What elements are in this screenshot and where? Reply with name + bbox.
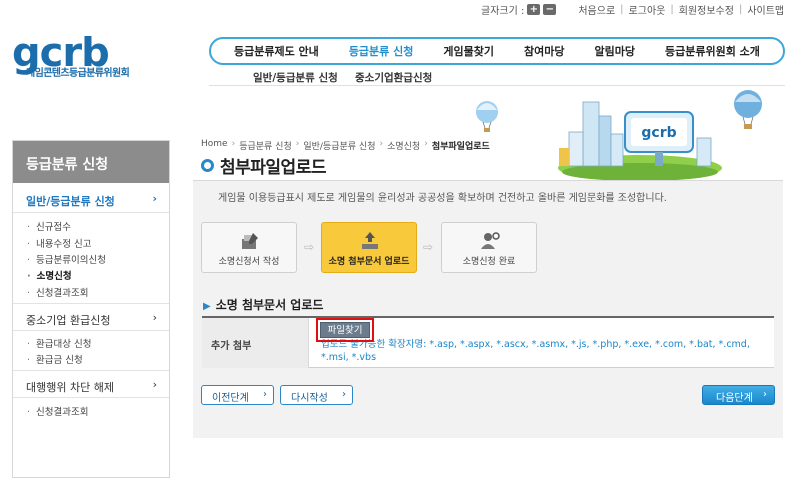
main-navigation: 등급분류제도 안내 등급분류 신청 게임물찾기 참여마당 알림마당 등급분류위원…	[209, 37, 785, 65]
sidebar: 등급분류 신청 일반/등급분류 신청 › 신규접수 내용수정 신고 등급분류이의…	[12, 140, 170, 478]
logo-subtitle: 게임콘텐츠등급분류위원회	[26, 68, 130, 79]
billboard-text: gcrb	[641, 125, 676, 141]
breadcrumb-separator: ›	[231, 139, 236, 149]
breadcrumb-separator: ›	[424, 139, 428, 149]
sidebar-subitem-objection[interactable]: 등급분류이의신청	[27, 252, 106, 266]
title-bullet-icon	[201, 159, 214, 172]
button-label: 이전단계	[212, 393, 249, 404]
step-label: 소명신청서 작성	[218, 257, 280, 267]
step-arrow-icon: ⇨	[423, 240, 434, 254]
document-pen-icon	[242, 233, 258, 249]
chevron-right-icon: ›	[152, 192, 157, 205]
breadcrumb-home[interactable]: Home	[201, 139, 228, 152]
sitemap-link[interactable]: 사이트맵	[747, 2, 784, 17]
edit-profile-link[interactable]: 회원정보수정	[679, 2, 734, 17]
zoom-in-button[interactable]: +	[527, 3, 541, 15]
chevron-right-icon: ›	[152, 378, 157, 391]
breadcrumb: Home › 등급분류 신청 › 일반/등급분류 신청 › 소명신청 › 첨부파…	[201, 139, 494, 152]
upload-icon	[362, 232, 378, 249]
chevron-right-icon: ›	[263, 389, 267, 400]
sidebar-item-label: 대행행위 차단 해제	[26, 381, 114, 394]
gnb-item-game-search[interactable]: 게임물찾기	[443, 43, 494, 59]
sidebar-subitem-refund-target[interactable]: 환급대상 신청	[27, 336, 91, 350]
step-label: 소명신청 완료	[462, 257, 516, 267]
person-gear-icon	[481, 232, 500, 249]
sidebar-subitem-refund-money[interactable]: 환급금 신청	[27, 352, 83, 366]
sidebar-item-label: 중소기업 환급신청	[26, 314, 111, 327]
step-upload-documents: 소명 첨부문서 업로드	[321, 222, 417, 273]
utility-bar: 글자크기 : + − 처음으로 | 로그아웃 | 회원정보수정 | 사이트맵	[481, 2, 784, 17]
chevron-right-icon: ›	[763, 389, 767, 400]
sidebar-subitem-explanation[interactable]: 소명신청	[27, 268, 72, 282]
breadcrumb-separator: ›	[295, 139, 300, 149]
logout-link[interactable]: 로그아웃	[629, 2, 666, 17]
gnb-item-rating-apply[interactable]: 등급분류 신청	[349, 43, 414, 59]
breadcrumb-separator: ›	[379, 139, 384, 149]
gnb-item-participation[interactable]: 참여마당	[524, 43, 564, 59]
sidebar-subitem-unblock-result[interactable]: 신청결과조회	[27, 404, 88, 418]
font-size-control: 글자크기 : + −	[481, 2, 557, 17]
city-illustration: gcrb	[476, 90, 762, 181]
field-label: 추가 첨부	[202, 318, 309, 368]
sidebar-subitem-result[interactable]: 신청결과조회	[27, 285, 88, 299]
section-title: ▶ 소명 첨부문서 업로드	[203, 296, 323, 313]
divider: |	[670, 3, 674, 15]
divider: |	[738, 3, 743, 15]
sidebar-subitem-new[interactable]: 신규접수	[27, 219, 71, 233]
triangle-right-icon: ▶	[203, 301, 211, 312]
section-title-text: 소명 첨부문서 업로드	[215, 298, 324, 312]
page-description: 게임물 이용등급표시 제도로 게임물의 윤리성과 공공성을 확보하며 건전하고 …	[218, 193, 667, 204]
balloon-icon	[734, 90, 762, 129]
extension-note: 업로드 불가능한 확장자명: *.asp, *.aspx, *.ascx, *.…	[321, 339, 750, 363]
breadcrumb-item[interactable]: 등급분류 신청	[239, 139, 292, 152]
sidebar-subitem-modify[interactable]: 내용수정 신고	[27, 236, 91, 250]
zoom-out-button[interactable]: −	[543, 3, 557, 15]
sidebar-item-label: 일반/등급분류 신청	[26, 195, 115, 208]
subnav-item-refund[interactable]: 중소기업환급신청	[355, 70, 432, 85]
breadcrumb-current: 첨부파일업로드	[431, 142, 490, 152]
sub-navigation: 일반/등급분류 신청 중소기업환급신청	[209, 68, 785, 86]
subnav-item-general[interactable]: 일반/등급분류 신청	[253, 70, 338, 85]
gnb-item-rating-guide[interactable]: 등급분류제도 안내	[234, 43, 319, 59]
gnb-item-about[interactable]: 등급분류위원회 소개	[665, 43, 760, 59]
sidebar-title: 등급분류 신청	[13, 141, 169, 183]
chevron-right-icon: ›	[152, 311, 157, 324]
button-label: 다시작성	[291, 393, 328, 404]
highlight-box	[316, 318, 374, 342]
sidebar-item-general-apply[interactable]: 일반/등급분류 신청 ›	[13, 185, 169, 213]
breadcrumb-item[interactable]: 소명신청	[387, 139, 420, 152]
gnb-item-notice[interactable]: 알림마당	[595, 43, 635, 59]
step-complete: 소명신청 완료	[441, 222, 537, 273]
divider: |	[620, 3, 624, 15]
next-step-button[interactable]: 다음단계 ›	[702, 385, 775, 405]
font-size-label: 글자크기 :	[481, 5, 525, 17]
button-label: 다음단계	[716, 393, 753, 404]
step-write-form: 소명신청서 작성	[201, 222, 297, 273]
rewrite-button[interactable]: 다시작성 ›	[280, 385, 353, 405]
step-arrow-icon: ⇨	[304, 240, 315, 254]
breadcrumb-item[interactable]: 일반/등급분류 신청	[303, 139, 375, 152]
step-label: 소명 첨부문서 업로드	[328, 257, 410, 267]
prev-step-button[interactable]: 이전단계 ›	[201, 385, 274, 405]
chevron-right-icon: ›	[342, 389, 346, 400]
home-link[interactable]: 처음으로	[578, 2, 615, 17]
sidebar-item-unblock[interactable]: 대행행위 차단 해제 ›	[13, 370, 169, 398]
sidebar-item-refund[interactable]: 중소기업 환급신청 ›	[13, 303, 169, 331]
page-title: 첨부파일업로드	[220, 158, 326, 178]
balloon-icon	[476, 101, 498, 132]
